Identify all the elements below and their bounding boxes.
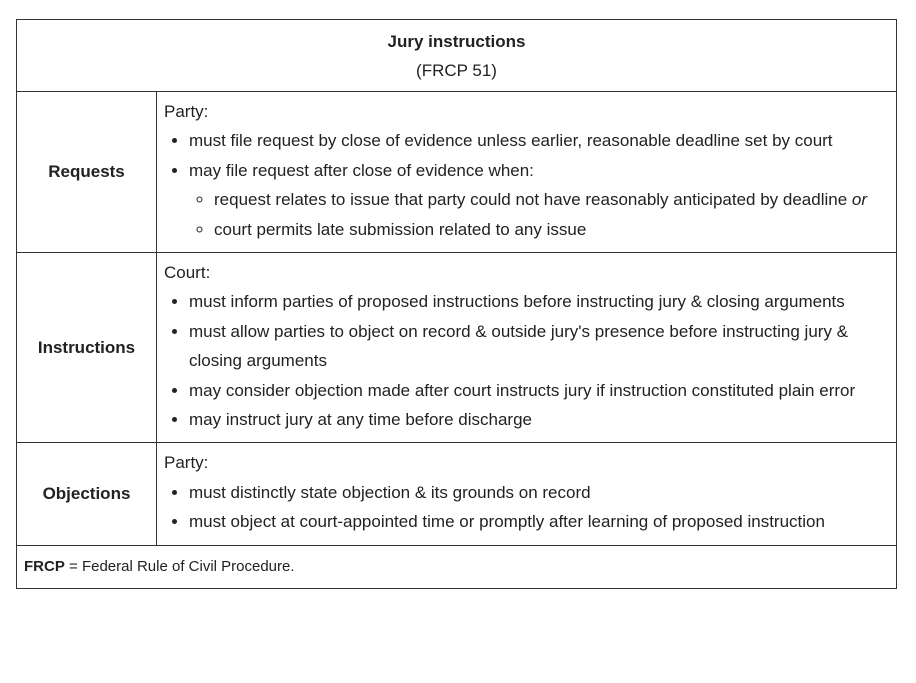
- instructions-row: Instructions Court: must inform parties …: [16, 252, 897, 444]
- sub-list-item-text: request relates to issue that party coul…: [214, 190, 848, 210]
- requests-row: Requests Party: must file request by clo…: [16, 90, 897, 254]
- requests-sublist: request relates to issue that party coul…: [189, 185, 890, 244]
- objections-label: Objections: [16, 442, 157, 546]
- connector-word: or: [851, 190, 868, 210]
- footer-row: FRCP = Federal Rule of Civil Procedure.: [16, 544, 897, 589]
- instructions-lead: Court:: [164, 263, 211, 283]
- footnote-abbreviation: FRCP: [24, 558, 65, 576]
- instructions-label: Instructions: [16, 252, 157, 444]
- jury-instructions-table: Jury instructions (FRCP 51) Requests Par…: [16, 19, 897, 589]
- objections-lead: Party:: [164, 453, 209, 473]
- requests-content: Party: must file request by close of evi…: [156, 90, 897, 254]
- instructions-content: Court: must inform parties of proposed i…: [156, 252, 897, 444]
- table-title: Jury instructions: [387, 31, 526, 51]
- list-item-text: may file request after close of evidence…: [189, 160, 534, 180]
- table-subtitle: (FRCP 51): [416, 60, 497, 80]
- requests-label: Requests: [16, 90, 157, 254]
- sub-list-item: request relates to issue that party coul…: [214, 185, 890, 214]
- list-item: must inform parties of proposed instruct…: [189, 287, 890, 316]
- list-item: must file request by close of evidence u…: [189, 126, 890, 155]
- requests-lead: Party:: [164, 102, 209, 121]
- requests-list: must file request by close of evidence u…: [164, 126, 890, 244]
- footnote-definition: = Federal Rule of Civil Procedure.: [64, 558, 295, 576]
- list-item: must object at court-appointed time or p…: [189, 507, 890, 536]
- list-item: must allow parties to object on record &…: [189, 317, 890, 376]
- list-item: may file request after close of evidence…: [189, 156, 890, 244]
- title-row: Jury instructions (FRCP 51): [16, 19, 897, 92]
- list-item: may instruct jury at any time before dis…: [189, 405, 890, 434]
- objections-content: Party: must distinctly state objection &…: [156, 442, 897, 546]
- sub-list-item: court permits late submission related to…: [214, 215, 890, 244]
- title-cell: Jury instructions (FRCP 51): [16, 19, 897, 92]
- objections-list: must distinctly state objection & its gr…: [164, 478, 890, 537]
- objections-row: Objections Party: must distinctly state …: [16, 442, 897, 546]
- instructions-list: must inform parties of proposed instruct…: [164, 287, 890, 434]
- list-item: may consider objection made after court …: [189, 376, 890, 405]
- footnote: FRCP = Federal Rule of Civil Procedure.: [16, 544, 897, 589]
- list-item: must distinctly state objection & its gr…: [189, 478, 890, 507]
